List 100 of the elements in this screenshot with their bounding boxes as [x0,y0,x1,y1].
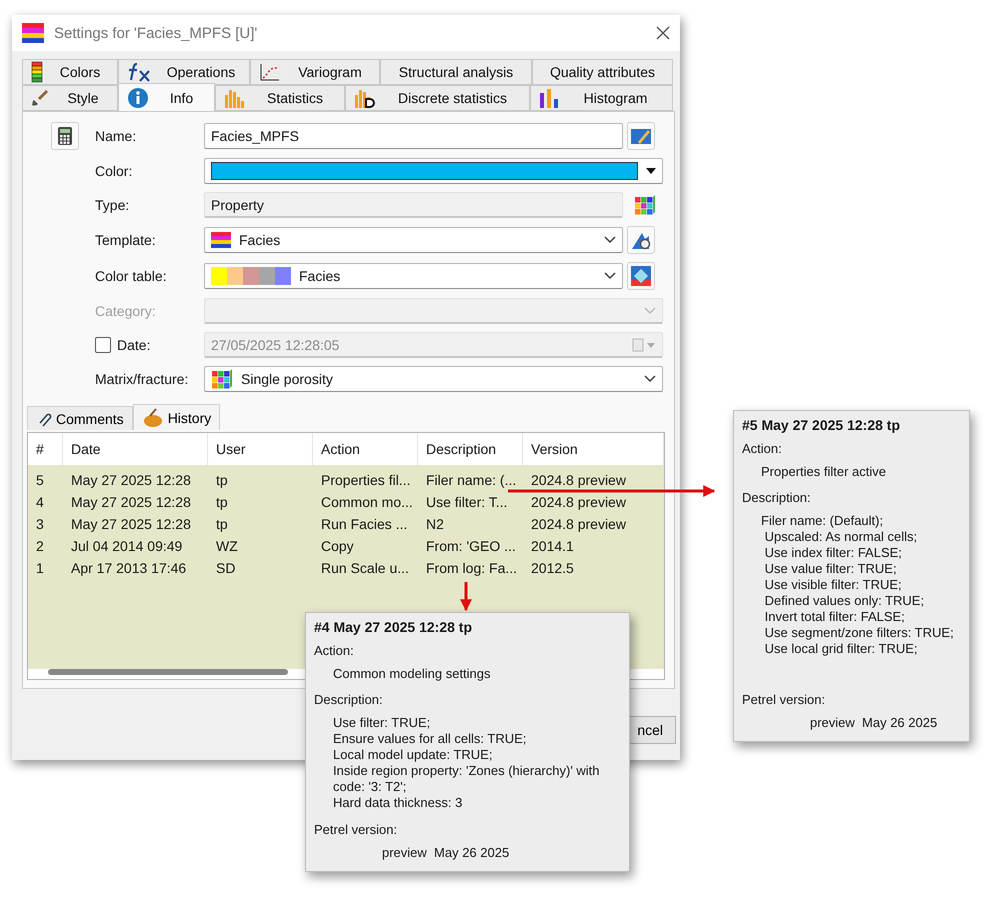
caret-icon [644,375,656,383]
caret-icon [604,236,616,244]
variogram-chart-icon [259,62,281,82]
arrow [460,582,472,612]
field-label: Type: [95,197,130,213]
tooltip-text: Ensure values for all cells: TRUE; [332,731,528,747]
table-cell-text: 2024.8 preview [530,493,627,512]
tab[interactable]: Style [22,85,118,111]
tooltip-heading: Description: [742,490,812,505]
rename-icon [630,126,652,146]
table-cell-text: May 27 2025 12:28 [70,493,192,512]
tab[interactable]: Discrete statistics [345,85,530,111]
tooltip-text: Common modeling settings [332,666,492,682]
field-label: Color: [95,163,134,179]
tooltip-text: Use index filter: FALSE; [764,545,903,561]
tab[interactable]: Operations [118,59,250,85]
tooltip-text: Use segment/zone filters: TRUE; [764,625,955,641]
side-button[interactable] [627,226,655,254]
table-cell-text: Use filter: T... [425,493,508,512]
table-cell-text: 5 [35,471,45,490]
field-label: Date: [117,337,150,353]
tooltip-heading: Action: [742,441,783,456]
tooltip-text: Inside region property: 'Zones (hierarchy)' with code: '3: T2'; [332,763,601,795]
tooltip-heading: Petrel version: [742,692,826,707]
tooltip-text: preview May 26 2025 [809,715,938,731]
table-cell-text: 2012.5 [530,559,575,578]
table-cell-text: 2014.1 [530,537,575,556]
bar-chart-icon [539,87,559,109]
function-icon [127,61,153,83]
table-cell-text: Copy [320,537,355,556]
dropdown[interactable]: Single porosity [204,366,663,392]
tooltip-text: Use local grid filter: TRUE; [764,641,919,657]
app-icon [22,23,44,43]
table-cell-text: Apr 17 2013 17:46 [70,559,188,578]
field-label: Category: [95,303,157,319]
tooltip-text: Use filter: TRUE; [332,715,432,731]
table-cell-text: 2024.8 preview [530,515,627,534]
field-label: Template: [95,232,157,248]
caret-icon [646,168,656,174]
table-cell-text: Run Scale u... [320,559,410,578]
brush-icon [31,89,49,107]
table-cell-text: 2024.8 preview [530,471,627,490]
histogram-icon [224,87,246,109]
pot-icon [142,408,164,428]
tab[interactable]: Structural analysis [380,59,532,85]
template-icon [211,232,231,248]
tab[interactable]: Comments [27,406,133,430]
table-cell-text: Jul 04 2014 09:49 [70,537,184,556]
calendar-icon [632,338,656,352]
tooltip-text: Filer name: (Default); [760,513,884,529]
field-label: Name: [95,128,138,144]
table-cell-text: 1 [35,559,45,578]
field-label: Matrix/fracture: [95,371,190,387]
table-cell-text: 4 [35,493,45,512]
color-bars-icon [31,61,43,83]
color-dropdown[interactable] [204,158,663,184]
tab[interactable]: History [132,404,220,430]
tab[interactable]: Variogram [250,59,380,85]
tab[interactable]: Quality attributes [532,59,673,85]
grid-cube-icon [211,368,233,390]
tab[interactable]: Histogram [530,85,673,111]
table-cell-text: tp [215,515,229,534]
close-icon[interactable] [656,26,670,40]
table-cell-text: From: 'GEO ... [425,537,517,556]
color-table-dropdown[interactable]: Facies [204,263,623,289]
tooltip-text: Properties filter active [760,464,887,480]
tooltip-heading: Description: [314,692,384,707]
tooltip-text: preview May 26 2025 [381,845,510,861]
table-cell-text: Filer name: (... [425,471,518,490]
tooltip-heading: Petrel version: [314,822,398,837]
tab[interactable]: Colors [22,59,118,85]
dropdown[interactable]: Facies [204,227,623,253]
tooltip-text: Use value filter: TRUE; [764,561,898,577]
color-ramp-icon [211,267,291,285]
table-cell-text: tp [215,471,229,490]
tab[interactable]: Statistics [215,85,345,111]
tooltip-title: #4 May 27 2025 12:28 tp [314,619,473,635]
caret-icon [604,272,616,280]
tooltip-text: Local model update: TRUE; [332,747,494,763]
table-cell-text: May 27 2025 12:28 [70,471,192,490]
table-cell-text: SD [215,559,236,578]
scrollbar[interactable] [48,669,288,675]
table-cell-text: N2 [425,515,445,534]
side-button[interactable] [627,122,655,150]
calculator-icon [57,126,73,146]
table-cell-text: 3 [35,515,45,534]
caret-icon [644,306,656,314]
tooltip-text: Defined values only: TRUE; [764,593,926,609]
table-cell-text: From log: Fa... [425,559,518,578]
tooltip-text: Upscaled: As normal cells; [764,529,918,545]
side-button[interactable] [627,262,655,290]
calculator-button[interactable] [51,122,79,150]
name-field[interactable]: Facies_MPFS [204,123,623,149]
tooltip-title: #5 May 27 2025 12:28 tp [742,417,901,433]
type-field: Property [204,192,623,218]
table-cell-text: WZ [215,537,239,556]
color-table-icon [630,265,652,287]
table-cell-text: Run Facies ... [320,515,408,534]
tooltip-text: Hard data thickness: 3 [332,795,464,811]
tab[interactable]: Info [118,83,215,111]
